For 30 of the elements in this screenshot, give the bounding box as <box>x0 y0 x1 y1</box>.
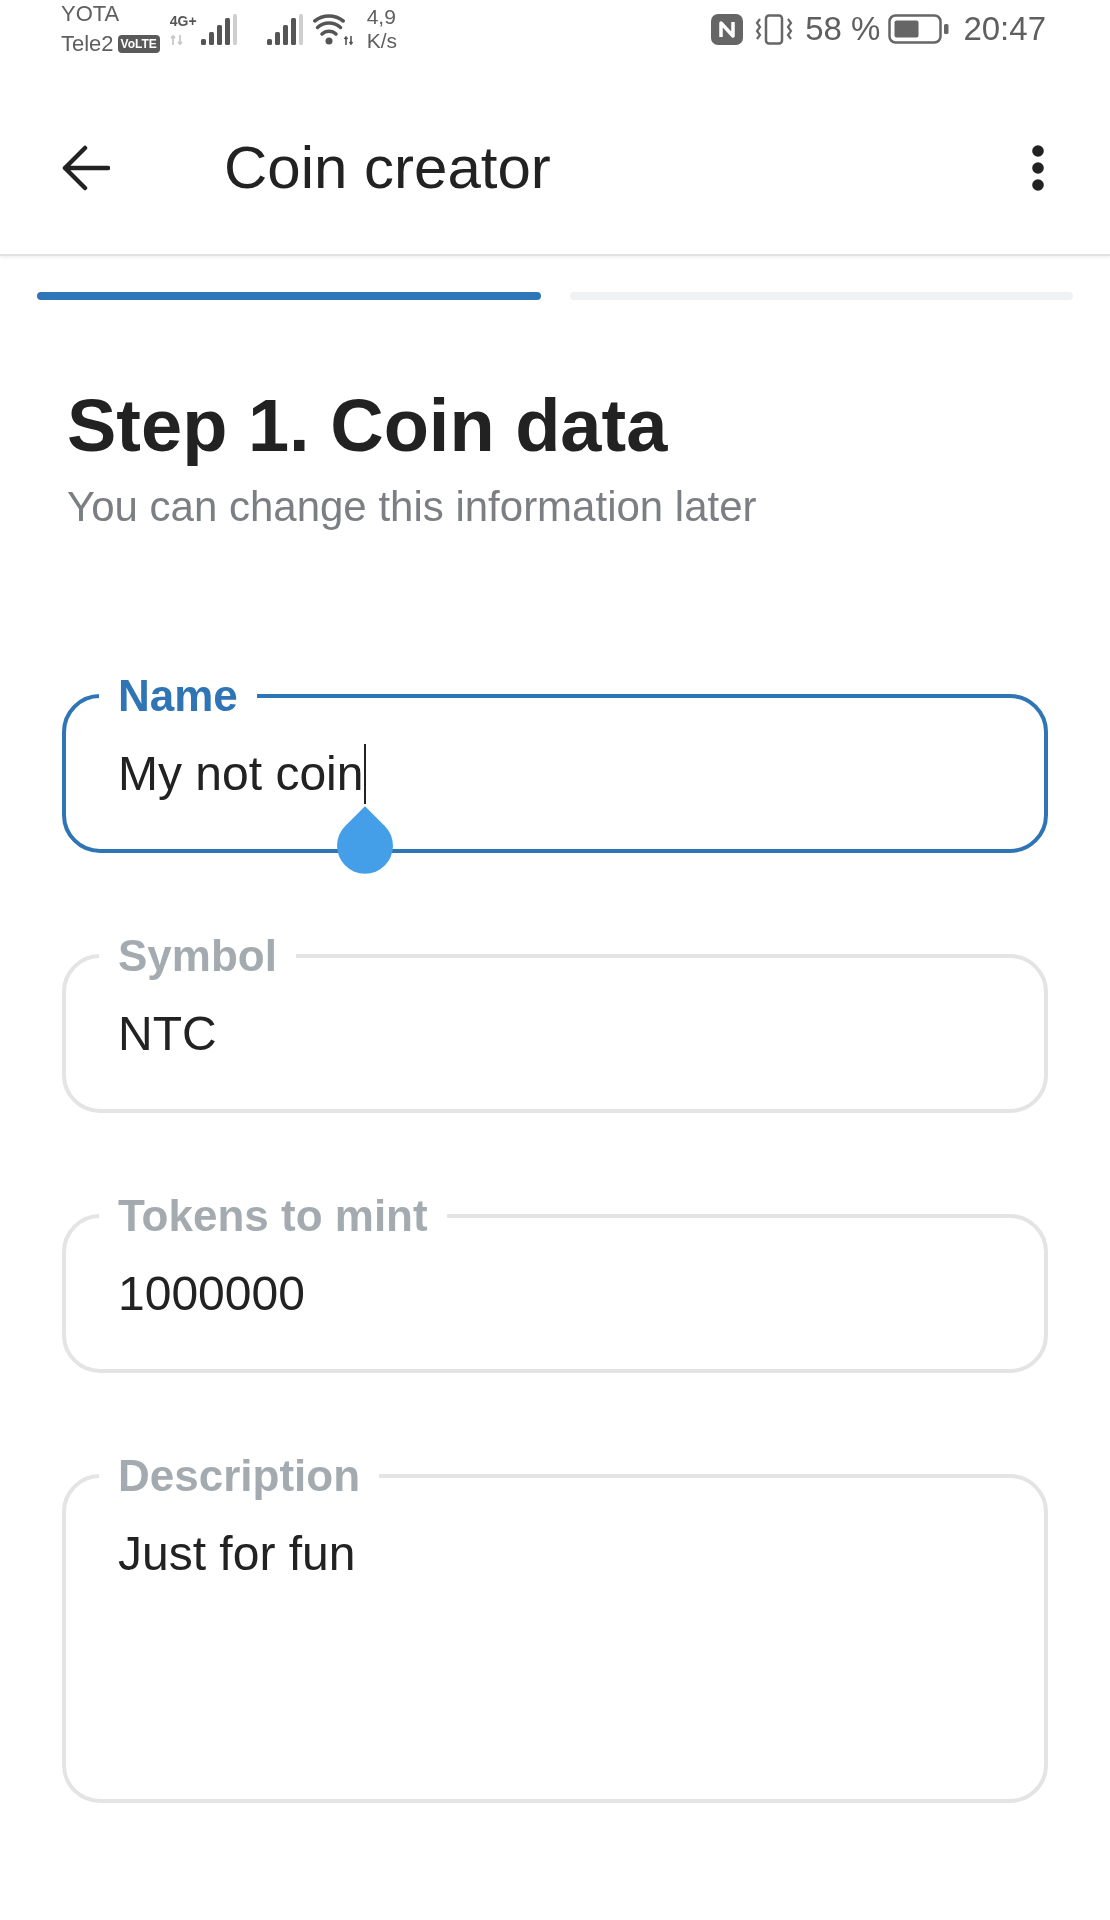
more-icon <box>1031 144 1045 192</box>
nfc-icon <box>711 13 744 45</box>
data-activity-icon <box>169 34 184 45</box>
carrier-name: YOTA <box>61 2 120 26</box>
field-value: My not coin <box>118 746 364 802</box>
step-heading: Step 1. Coin data <box>67 383 668 468</box>
signal-icon <box>200 13 237 45</box>
carrier-name: Tele2 <box>61 32 114 56</box>
field-label: Description <box>117 1452 362 1500</box>
back-button[interactable] <box>61 144 111 192</box>
step-subtitle: You can change this information later <box>67 482 757 532</box>
battery-icon <box>888 14 950 44</box>
back-arrow-icon <box>62 145 110 191</box>
wifi-icon <box>312 13 355 45</box>
cursor-handle[interactable] <box>337 806 394 874</box>
field-value: NTC <box>118 1006 217 1062</box>
field-value: Just for fun <box>118 1526 356 1582</box>
volte-badge: VoLTE <box>117 35 160 53</box>
field-label: Symbol <box>117 932 278 980</box>
network-type-label: 4G+ <box>169 13 197 28</box>
text-cursor <box>364 744 367 804</box>
battery-percent: 58 % <box>805 11 881 47</box>
field-value: 1000000 <box>118 1266 305 1322</box>
network-speed-value: 4,9 <box>366 5 396 29</box>
signal-icon <box>266 13 303 45</box>
field-label: Name <box>117 672 239 720</box>
clock-time: 20:47 <box>963 11 1046 47</box>
screen-title: Coin creator <box>224 133 551 203</box>
network-speed-unit: K/s <box>366 29 397 53</box>
field-label: Tokens to mint <box>117 1192 429 1240</box>
